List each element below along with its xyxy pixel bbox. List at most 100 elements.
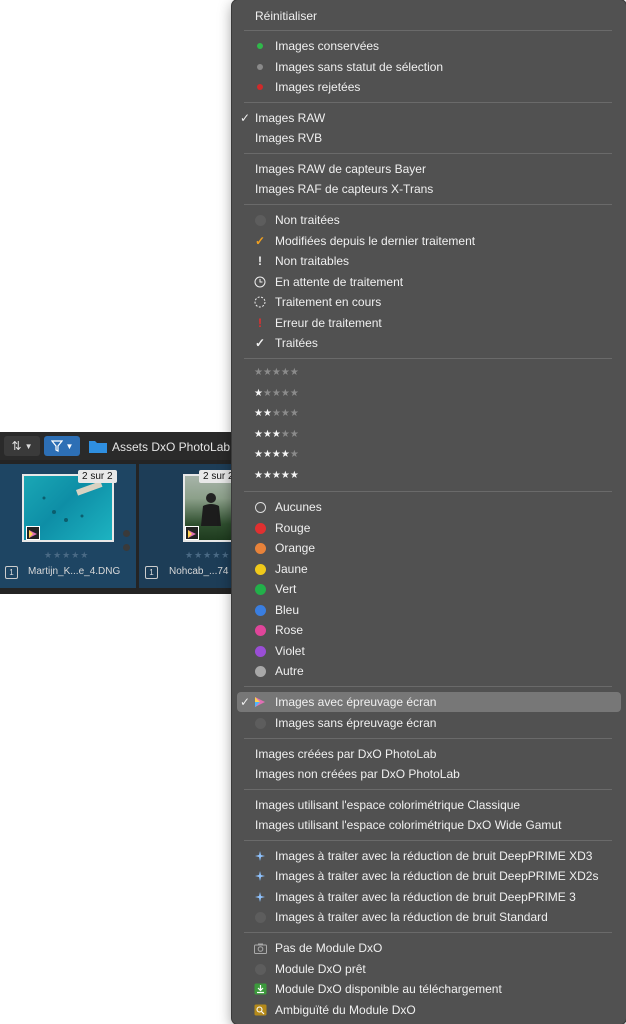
menu-item-error[interactable]: ! Erreur de traitement [232, 313, 626, 333]
menu-item-no-status[interactable]: Images sans statut de sélection [232, 57, 626, 77]
menu-separator [244, 358, 612, 359]
rating-stars: ★★★★★ [254, 449, 299, 460]
menu-item-processed[interactable]: ✓ Traitées [232, 333, 626, 353]
menu-item-xtrans[interactable]: Images RAF de capteurs X-Trans [232, 179, 626, 199]
menu-item-bayer[interactable]: Images RAW de capteurs Bayer [232, 159, 626, 179]
menu-item-color-yellow[interactable]: Jaune [232, 559, 626, 579]
spinner-icon [253, 295, 267, 309]
menu-item-rating-4[interactable]: ★★★★★ [232, 446, 626, 466]
menu-item-color-orange[interactable]: Orange [232, 538, 626, 558]
menu-item-colorspace-classic[interactable]: Images utilisant l'espace colorimétrique… [232, 795, 626, 815]
checkmark-icon: ✓ [254, 336, 266, 350]
gray-circle-icon [253, 664, 267, 678]
status-dot [123, 544, 130, 551]
menu-item-color-violet[interactable]: Violet [232, 641, 626, 661]
menu-item-rating-0[interactable]: ★★★★★ [232, 364, 626, 384]
menu-item-not-created-by[interactable]: Images non créées par DxO PhotoLab [232, 764, 626, 784]
menu-item-color-green[interactable]: Vert [232, 579, 626, 599]
unprocessed-icon [253, 213, 267, 227]
chevron-down-icon: ▼ [65, 441, 74, 451]
rating-stars: ★★★★★ [254, 367, 299, 378]
softproof-off-icon [253, 716, 267, 730]
menu-item-color-none[interactable]: Aucunes [232, 497, 626, 517]
menu-separator [244, 686, 612, 687]
chevron-down-icon: ▼ [24, 441, 33, 451]
menu-item-deepprime-3[interactable]: Images à traiter avec la réduction de br… [232, 887, 626, 907]
menu-item-rating-3[interactable]: ★★★★★ [232, 426, 626, 446]
checkmark-icon: ✓ [240, 111, 251, 125]
menu-item-created-by[interactable]: Images créées par DxO PhotoLab [232, 744, 626, 764]
rating-stars: ★★★★★ [254, 429, 299, 440]
menu-item-rating-5[interactable]: ★★★★★ [232, 467, 626, 487]
menu-item-softproof-off[interactable]: Images sans épreuvage écran [232, 713, 626, 733]
menu-item-colorspace-widegamut[interactable]: Images utilisant l'espace colorimétrique… [232, 815, 626, 835]
empty-circle-icon [253, 500, 267, 514]
menu-item-module-ready[interactable]: Module DxO prêt [232, 959, 626, 979]
rating-stars[interactable]: ★★★★★ [44, 550, 89, 561]
file-name: Nohcab_...74 [169, 566, 229, 577]
menu-item-reset[interactable]: Réinitialiser [232, 6, 626, 26]
menu-item-pending[interactable]: En attente de traitement [232, 272, 626, 292]
menu-separator [244, 932, 612, 933]
version-number: 1 [5, 566, 18, 579]
menu-item-in-progress[interactable]: Traitement en cours [232, 292, 626, 312]
menu-separator [244, 789, 612, 790]
menu-item-color-other[interactable]: Autre [232, 661, 626, 681]
menu-item-color-blue[interactable]: Bleu [232, 600, 626, 620]
menu-item-deepprime-xd2s[interactable]: Images à traiter avec la réduction de br… [232, 866, 626, 886]
menu-item-rating-1[interactable]: ★★★★★ [232, 385, 626, 405]
menu-separator [244, 840, 612, 841]
checkmark-orange-icon: ✓ [254, 234, 266, 248]
violet-circle-icon [253, 644, 267, 658]
filter-icon [50, 440, 63, 452]
camera-icon [253, 941, 267, 955]
green-circle-icon [253, 582, 267, 596]
sparkle-icon [253, 849, 267, 863]
menu-item-rating-2[interactable]: ★★★★★ [232, 405, 626, 425]
thumbnail-cell[interactable]: 2 sur 2 ★★★★★ 1 Martijn_K...e_4.DNG [0, 464, 136, 588]
menu-item-rgb[interactable]: Images RVB [232, 128, 626, 148]
search-warning-icon [253, 1003, 267, 1017]
error-icon: ! [258, 316, 262, 330]
menu-item-deepprime-xd3[interactable]: Images à traiter avec la réduction de br… [232, 846, 626, 866]
menu-item-raw[interactable]: ✓ Images RAW [232, 108, 626, 128]
menu-item-unprocessed[interactable]: Non traitées [232, 210, 626, 230]
pink-circle-icon [253, 623, 267, 637]
menu-item-module-ambiguity[interactable]: Ambiguïté du Module DxO [232, 1000, 626, 1020]
menu-separator [244, 102, 612, 103]
thumbnail-cell[interactable]: 2 sur 2 ★★★★★ 1 Nohcab_...74 [139, 464, 253, 588]
menu-item-modified[interactable]: ✓ Modifiées depuis le dernier traitement [232, 231, 626, 251]
sort-icon: ⇅ [11, 439, 22, 453]
file-name: Martijn_K...e_4.DNG [28, 566, 121, 577]
filter-button[interactable]: ▼ [44, 436, 80, 456]
menu-item-kept[interactable]: Images conservées [232, 36, 626, 56]
menu-separator [244, 491, 612, 492]
green-dot-icon [253, 39, 267, 53]
clock-icon [253, 275, 267, 289]
gray-dot-icon [253, 60, 267, 74]
menu-item-denoise-standard[interactable]: Images à traiter avec la réduction de br… [232, 907, 626, 927]
standard-denoise-icon [253, 910, 267, 924]
menu-item-module-download[interactable]: Module DxO disponible au téléchargement [232, 979, 626, 999]
menu-item-no-module[interactable]: Pas de Module DxO [232, 938, 626, 958]
menu-separator [244, 738, 612, 739]
red-dot-icon [253, 80, 267, 94]
folder-title: Assets DxO PhotoLab [112, 440, 231, 454]
filmstrip-panel: ⇅ ▼ ▼ Assets DxO PhotoLab 2 sur 2 ★★★★★ … [0, 432, 253, 594]
menu-item-softproof-on[interactable]: ✓ Images avec épreuvage écran [237, 692, 621, 712]
checkmark-icon: ✓ [240, 695, 251, 709]
sort-button[interactable]: ⇅ ▼ [4, 436, 40, 456]
version-badge: 2 sur 2 [78, 470, 117, 483]
menu-item-not-processable[interactable]: ! Non traitables [232, 251, 626, 271]
filter-menu: Réinitialiser Images conservées Images s… [232, 0, 626, 1024]
softproof-icon [185, 526, 199, 540]
rating-stars: ★★★★★ [254, 470, 299, 481]
status-dot [123, 530, 130, 537]
softproof-icon [253, 695, 267, 709]
exclamation-icon: ! [258, 254, 262, 268]
red-circle-icon [253, 521, 267, 535]
rating-stars[interactable]: ★★★★★ [185, 550, 230, 561]
menu-item-rejected[interactable]: Images rejetées [232, 77, 626, 97]
menu-item-color-pink[interactable]: Rose [232, 620, 626, 640]
menu-item-color-red[interactable]: Rouge [232, 518, 626, 538]
